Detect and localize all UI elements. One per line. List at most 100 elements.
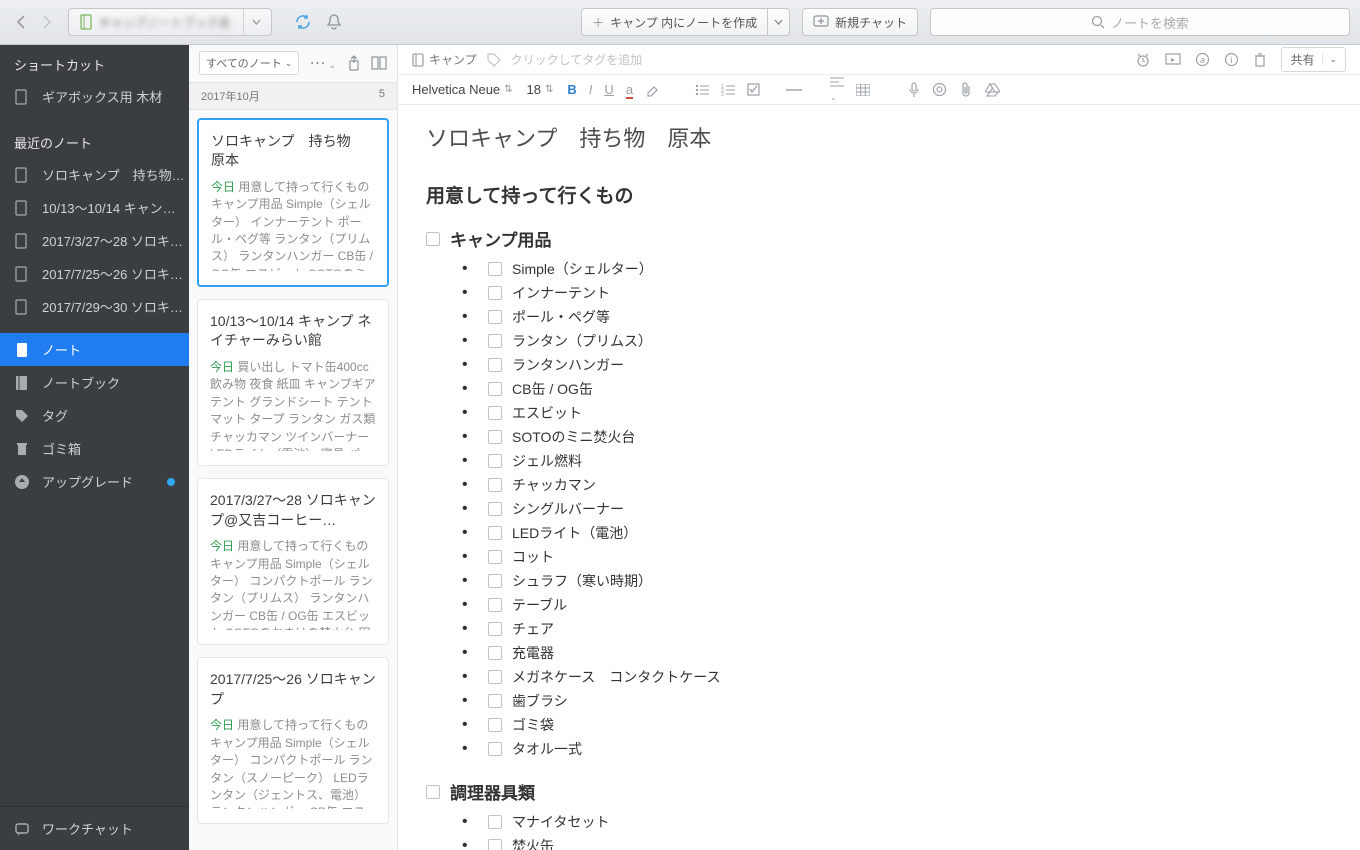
item-label: シングルバーナー [512,499,624,519]
attach-icon[interactable] [959,82,973,98]
checklist-item: 焚火缶 [460,834,1332,850]
note-icon [14,299,32,315]
checklist-item: Simple（シェルター） [460,257,1332,281]
number-list-button[interactable]: 123 [721,84,735,96]
annotate-icon[interactable]: a [1195,52,1210,67]
note-title[interactable]: ソロキャンプ 持ち物 原本 [426,121,1332,153]
sidebar-item-notebooks[interactable]: ノートブック [0,366,189,399]
item-checkbox[interactable] [488,502,502,516]
item-label: Simple（シェルター） [512,259,653,279]
sidebar-item-trash[interactable]: ゴミ箱 [0,432,189,465]
share-button[interactable]: 共有⌄ [1281,47,1346,72]
hr-button[interactable] [786,88,802,92]
section-checkbox[interactable] [426,232,440,246]
checklist-item: LEDライト（電池） [460,521,1332,545]
new-note-menu-button[interactable] [768,8,790,36]
item-checkbox[interactable] [488,358,502,372]
text-color-button[interactable]: a [626,82,633,97]
bell-icon[interactable] [326,13,342,31]
shortcut-item[interactable]: ギアボックス用 木材 [0,80,189,113]
highlight-button[interactable] [645,83,661,97]
italic-button[interactable]: I [589,82,593,97]
search-input[interactable]: ノートを検索 [930,8,1350,36]
sidebar-item-workchat[interactable]: ワークチャット [0,807,189,850]
item-checkbox[interactable] [488,574,502,588]
left-sidebar: ショートカット ギアボックス用 木材 最近のノート ソロキャンプ 持ち物…10/… [0,45,189,850]
notes-icon [14,342,32,358]
workchat-icon [14,821,32,837]
underline-button[interactable]: U [604,82,613,97]
item-checkbox[interactable] [488,742,502,756]
notebook-selector[interactable]: キャンプノートブック名 [68,8,272,36]
bold-button[interactable]: B [567,82,576,97]
item-checkbox[interactable] [488,646,502,660]
recent-note-item[interactable]: 10/13〜10/14 キャン… [0,191,189,224]
section-checkbox[interactable] [426,785,440,799]
reminder-icon[interactable] [1135,52,1151,68]
font-size-select[interactable]: 18⇅ [527,82,554,97]
recent-note-item[interactable]: 2017/3/27〜28 ソロキ… [0,224,189,257]
add-tag-button[interactable] [487,53,501,67]
recent-note-item[interactable]: ソロキャンプ 持ち物… [0,158,189,191]
item-checkbox[interactable] [488,310,502,324]
new-note-button[interactable]: ＋キャンプ 内にノートを作成 [581,8,768,36]
note-card[interactable]: 2017/3/27〜28 ソロキャンプ@又吉コーヒー…今日 用意して持って行くも… [197,478,389,645]
sidebar-item-notes[interactable]: ノート [0,333,189,366]
item-checkbox[interactable] [488,622,502,636]
align-button[interactable]: ⌄ [830,76,844,103]
card-preview: 今日 用意して持って行くもの キャンプ用品 Simple（シェルター） コンパク… [210,538,376,630]
sync-icon[interactable] [294,13,312,31]
chat-plus-icon [813,15,829,29]
font-family-select[interactable]: Helvetica Neue⇅ [412,82,513,97]
table-button[interactable] [856,84,870,96]
item-checkbox[interactable] [488,430,502,444]
note-card[interactable]: 2017/7/25〜26 ソロキャンプ今日 用意して持って行くもの キャンプ用品… [197,657,389,824]
share-icon[interactable] [347,55,361,71]
search-icon [1091,15,1105,29]
tag-placeholder[interactable]: クリックしてタグを追加 [511,51,643,68]
checklist-item: シングルバーナー [460,497,1332,521]
checklist-item: メガネケース コンタクトケース [460,665,1332,689]
nav-forward-button[interactable] [36,11,58,33]
item-checkbox[interactable] [488,550,502,564]
item-checkbox[interactable] [488,839,502,850]
sidebar-item-upgrade[interactable]: アップグレード [0,465,189,498]
delete-icon[interactable] [1253,52,1267,68]
nav-back-button[interactable] [10,11,32,33]
notebook-breadcrumb[interactable]: キャンプ [412,51,477,68]
note-filter-dropdown[interactable]: すべてのノート ⌄ [199,51,299,75]
item-checkbox[interactable] [488,406,502,420]
view-mode-icon[interactable] [371,56,387,70]
recent-note-item[interactable]: 2017/7/29〜30 ソロキ… [0,290,189,323]
note-content[interactable]: ソロキャンプ 持ち物 原本 用意して持って行くもの キャンプ用品 Simple（… [398,105,1360,850]
item-checkbox[interactable] [488,526,502,540]
recent-note-item[interactable]: 2017/7/25〜26 ソロキ… [0,257,189,290]
item-checkbox[interactable] [488,454,502,468]
item-checkbox[interactable] [488,598,502,612]
camera-icon[interactable] [932,82,947,97]
item-checkbox[interactable] [488,382,502,396]
shortcut-label: ギアボックス用 木材 [42,87,162,106]
present-icon[interactable] [1165,53,1181,67]
drive-icon[interactable] [985,83,1000,97]
mic-icon[interactable] [908,82,920,98]
item-checkbox[interactable] [488,262,502,276]
item-label: インナーテント [512,283,610,303]
note-card[interactable]: 10/13〜10/14 キャンプ ネイチャーみらい館今日 買い出し トマト缶40… [197,299,389,466]
info-icon[interactable]: i [1224,52,1239,67]
svg-text:a: a [1200,55,1205,65]
note-card[interactable]: ソロキャンプ 持ち物 原本今日 用意して持って行くもの キャンプ用品 Simpl… [197,118,389,287]
bullet-list-button[interactable] [695,84,709,96]
item-checkbox[interactable] [488,815,502,829]
sidebar-item-tags[interactable]: タグ [0,399,189,432]
new-chat-button[interactable]: 新規チャット [802,8,918,36]
item-checkbox[interactable] [488,334,502,348]
checkbox-list-button[interactable] [747,83,760,96]
item-checkbox[interactable] [488,670,502,684]
item-checkbox[interactable] [488,718,502,732]
item-checkbox[interactable] [488,694,502,708]
item-label: タオル一式 [512,739,582,759]
item-checkbox[interactable] [488,478,502,492]
item-checkbox[interactable] [488,286,502,300]
more-options-button[interactable]: ⋯⌄ [309,53,337,73]
